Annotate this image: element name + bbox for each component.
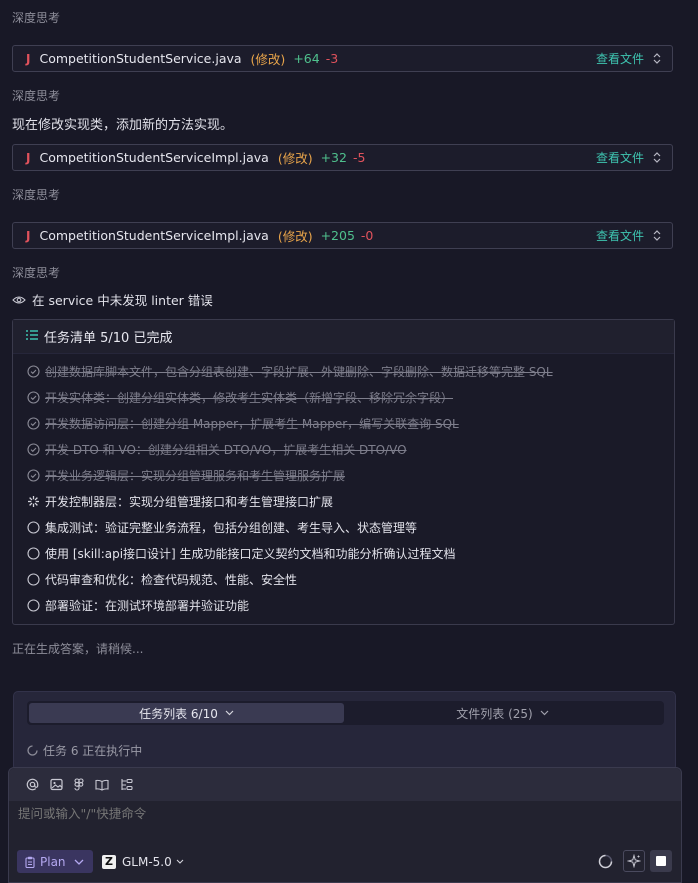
- task-item: 开发 DTO 和 VO：创建分组相关 DTO/VO，扩展考生相关 DTO/VO: [27, 441, 407, 458]
- task-checklist-header[interactable]: 任务清单 5/10 已完成: [13, 320, 674, 354]
- file-status: (修改): [250, 52, 286, 67]
- file-name: CompetitionStudentService.java: [39, 51, 242, 66]
- mode-selector-button[interactable]: Plan: [17, 850, 93, 873]
- empty-circle-icon: [27, 521, 40, 534]
- empty-circle-icon: [27, 599, 40, 612]
- stop-button[interactable]: [650, 850, 672, 872]
- view-file-link[interactable]: 查看文件: [596, 227, 644, 244]
- file-change-card[interactable]: J CompetitionStudentServiceImpl.java (修改…: [12, 222, 673, 249]
- composer: Plan Z GLM-5.0: [8, 767, 682, 883]
- linter-note-text: 在 service 中未发现 linter 错误: [32, 293, 213, 308]
- empty-circle-icon: [27, 573, 40, 586]
- task-item-text: 开发业务逻辑层：实现分组管理服务和考生管理服务扩展: [45, 469, 346, 483]
- file-status: (修改): [277, 229, 313, 244]
- task-item: 代码审查和优化：检查代码规范、性能、安全性: [27, 571, 297, 588]
- spinner-icon: [27, 745, 38, 756]
- chevron-down-icon: [74, 859, 83, 865]
- task-item: 开发控制器层：实现分组管理接口和考生管理接口扩展: [27, 493, 333, 510]
- figma-icon[interactable]: [74, 778, 84, 791]
- task-item: 部署验证：在测试环境部署并验证功能: [27, 597, 249, 614]
- thinking-label[interactable]: 深度思考: [12, 87, 60, 104]
- check-circle-icon: [27, 391, 40, 404]
- expand-collapse-icon[interactable]: [653, 152, 661, 163]
- expand-collapse-icon[interactable]: [653, 230, 661, 241]
- task-item: 开发业务逻辑层：实现分组管理服务和考生管理服务扩展: [27, 467, 345, 484]
- task-item-text: 集成测试：验证完整业务流程，包括分组创建、考生导入、状态管理等: [45, 521, 418, 535]
- thinking-label[interactable]: 深度思考: [12, 186, 60, 203]
- task-item-text: 代码审查和优化：检查代码规范、性能、安全性: [45, 573, 298, 587]
- task-item-text: 使用 [skill:api接口设计] 生成功能接口定义契约文档和功能分析确认过程…: [45, 547, 456, 561]
- checklist-icon: [26, 329, 38, 344]
- task-item: 开发数据访问层：创建分组 Mapper，扩展考生 Mapper，编写关联查询 S…: [27, 415, 459, 432]
- mode-label: Plan: [40, 854, 66, 869]
- lines-removed: -3: [325, 51, 339, 66]
- check-circle-icon: [27, 365, 40, 378]
- composer-toolbar: [9, 768, 681, 801]
- lines-removed: -5: [352, 150, 366, 165]
- zhipu-logo-icon: Z: [102, 854, 116, 869]
- view-file-link[interactable]: 查看文件: [596, 149, 644, 166]
- empty-circle-icon: [27, 547, 40, 560]
- task-item: 集成测试：验证完整业务流程，包括分组创建、考生导入、状态管理等: [27, 519, 417, 536]
- prompt-input[interactable]: [18, 806, 618, 821]
- chevron-down-icon: [540, 710, 549, 716]
- tab-file-list[interactable]: 文件列表 (25): [345, 703, 660, 723]
- lines-added: +64: [293, 51, 320, 66]
- task-item-text: 部署验证：在测试环境部署并验证功能: [45, 599, 250, 613]
- stop-icon: [656, 856, 666, 866]
- task-file-panel: 任务列表 6/10 文件列表 (25) 任务 6 正在执行中: [13, 691, 676, 771]
- loading-spinner-icon: [598, 854, 613, 873]
- sparkle-enhance-icon[interactable]: [623, 850, 645, 872]
- task-checklist: 任务清单 5/10 已完成 创建数据库脚本文件，包含分组表创建、字段扩展、外键删…: [12, 319, 675, 625]
- image-icon[interactable]: [50, 778, 63, 791]
- tab-task-list[interactable]: 任务列表 6/10: [29, 703, 344, 723]
- chevron-down-icon: [225, 710, 234, 716]
- clipboard-icon: [25, 856, 35, 868]
- generating-status: 正在生成答案，请稍候...: [12, 642, 144, 656]
- file-status: (修改): [277, 151, 313, 166]
- thinking-label[interactable]: 深度思考: [12, 264, 60, 281]
- book-icon[interactable]: [95, 779, 109, 791]
- model-name: GLM-5.0: [122, 854, 172, 869]
- java-file-icon: J: [26, 51, 31, 66]
- task-item-text: 创建数据库脚本文件，包含分组表创建、字段扩展、外键删除、字段删除、数据迁移等完整…: [45, 365, 553, 379]
- model-selector[interactable]: Z GLM-5.0: [102, 850, 184, 873]
- task-item: 开发实体类：创建分组实体类，修改考生实体类（新增字段、移除冗余字段）: [27, 389, 453, 406]
- chevron-down-icon: [176, 859, 184, 864]
- check-circle-icon: [27, 469, 40, 482]
- task-item-text: 开发实体类：创建分组实体类，修改考生实体类（新增字段、移除冗余字段）: [45, 391, 454, 405]
- linter-note: 在 service 中未发现 linter 错误: [12, 290, 213, 309]
- task-item-text: 开发 DTO 和 VO：创建分组相关 DTO/VO，扩展考生相关 DTO/VO: [45, 443, 407, 457]
- task-checklist-title: 任务清单 5/10 已完成: [44, 331, 173, 346]
- executing-status: 任务 6 正在执行中: [27, 742, 142, 759]
- expand-collapse-icon[interactable]: [653, 53, 661, 64]
- in-progress-spinner-icon: [27, 495, 40, 508]
- file-name: CompetitionStudentServiceImpl.java: [39, 150, 269, 165]
- view-file-link[interactable]: 查看文件: [596, 50, 644, 67]
- check-circle-icon: [27, 443, 40, 456]
- file-change-card[interactable]: J CompetitionStudentService.java (修改) +6…: [12, 45, 673, 72]
- tab-task-list-label: 任务列表 6/10: [139, 706, 218, 721]
- tab-file-list-label: 文件列表 (25): [456, 706, 533, 721]
- at-icon[interactable]: [26, 778, 39, 791]
- eye-icon: [12, 295, 26, 304]
- thinking-label[interactable]: 深度思考: [12, 9, 60, 26]
- lines-removed: -0: [360, 228, 374, 243]
- task-item: 使用 [skill:api接口设计] 生成功能接口定义契约文档和功能分析确认过程…: [27, 545, 456, 562]
- java-file-icon: J: [26, 150, 31, 165]
- task-item: 创建数据库脚本文件，包含分组表创建、字段扩展、外键删除、字段删除、数据迁移等完整…: [27, 363, 553, 380]
- assistant-message: 现在修改实现类，添加新的方法实现。: [12, 118, 234, 133]
- java-file-icon: J: [26, 228, 31, 243]
- check-circle-icon: [27, 417, 40, 430]
- task-item-text: 开发控制器层：实现分组管理接口和考生管理接口扩展: [45, 495, 334, 509]
- panel-tabs: 任务列表 6/10 文件列表 (25): [27, 701, 664, 725]
- rules-icon[interactable]: [120, 778, 133, 791]
- lines-added: +205: [320, 228, 355, 243]
- executing-status-text: 任务 6 正在执行中: [43, 744, 143, 758]
- file-change-card[interactable]: J CompetitionStudentServiceImpl.java (修改…: [12, 144, 673, 171]
- file-name: CompetitionStudentServiceImpl.java: [39, 228, 269, 243]
- task-item-text: 开发数据访问层：创建分组 Mapper，扩展考生 Mapper，编写关联查询 S…: [45, 417, 459, 431]
- lines-added: +32: [320, 150, 347, 165]
